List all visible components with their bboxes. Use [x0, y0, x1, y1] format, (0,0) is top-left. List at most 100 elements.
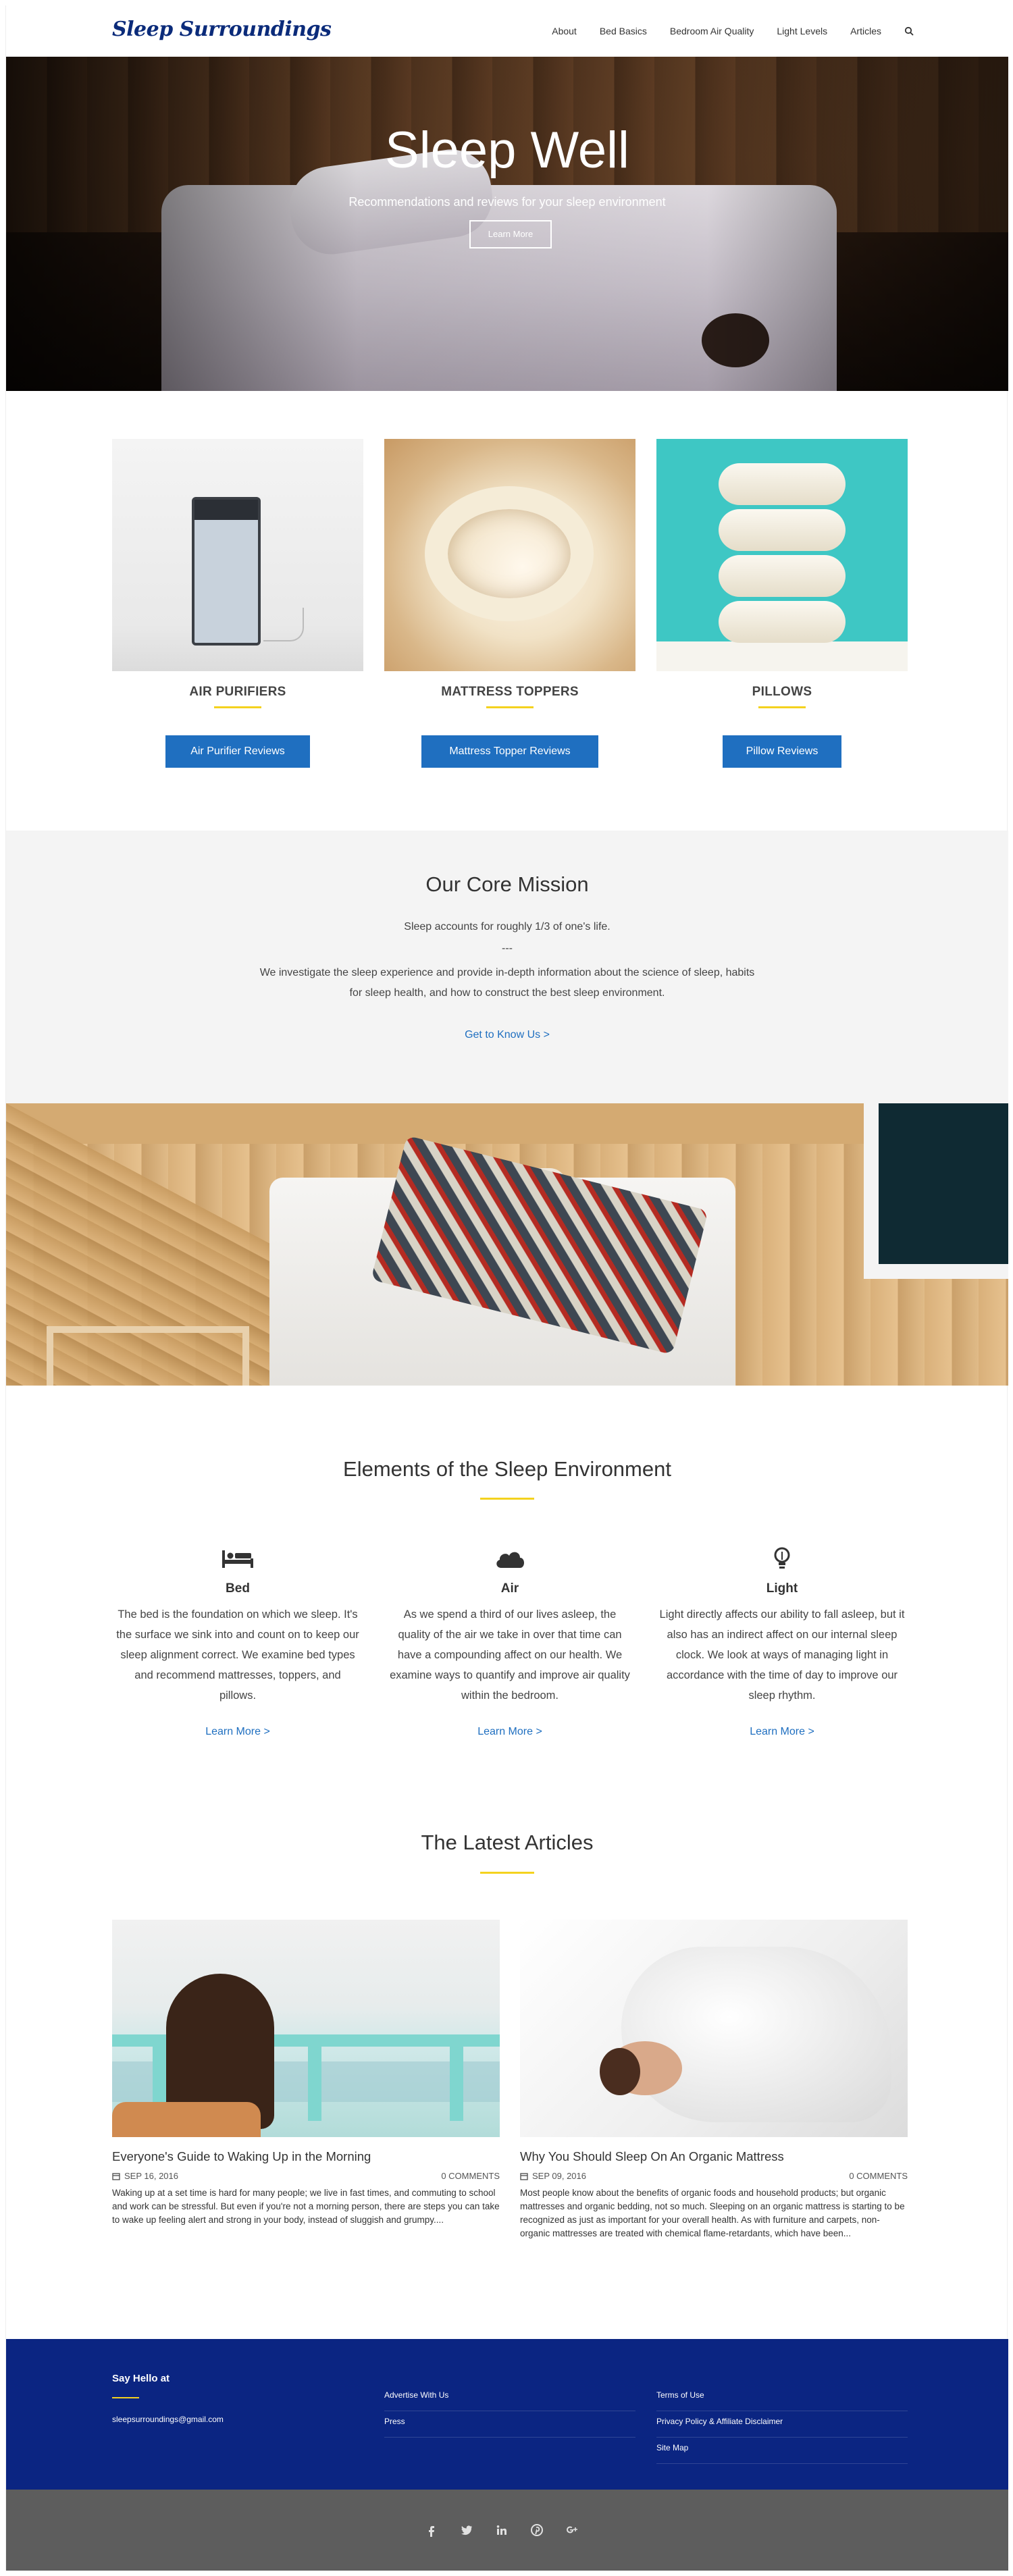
footer-link-press[interactable]: Press	[384, 2411, 635, 2438]
air-learn-more-link[interactable]: Learn More >	[384, 1726, 635, 1738]
railing-post	[450, 2047, 463, 2121]
air-purifier-reviews-button[interactable]: Air Purifier Reviews	[165, 735, 310, 768]
footer-link-sitemap[interactable]: Site Map	[656, 2438, 908, 2464]
footer-links-col-2: Terms of Use Privacy Policy & Affiliate …	[656, 2385, 908, 2464]
hero-title: Sleep Well	[385, 122, 629, 179]
pillow-shape	[719, 555, 846, 597]
article-comments[interactable]: 0 COMMENTS	[849, 2171, 908, 2181]
twitter-icon[interactable]	[460, 2523, 473, 2537]
pillow-shape	[719, 601, 846, 643]
element-title: Bed	[226, 1581, 250, 1596]
element-title: Light	[766, 1581, 798, 1596]
yellow-divider	[758, 706, 806, 708]
yellow-divider	[480, 1498, 534, 1500]
social-footer	[6, 2490, 1008, 2571]
article-excerpt: Waking up at a set time is hard for many…	[112, 2188, 500, 2225]
pillows-image[interactable]	[656, 439, 908, 671]
article-date-text: SEP 09, 2016	[532, 2171, 586, 2181]
yellow-divider	[112, 2397, 139, 2398]
bed-icon	[221, 1545, 255, 1572]
footer-link-terms[interactable]: Terms of Use	[656, 2385, 908, 2411]
mission-line-2: We investigate the sleep experience and …	[259, 967, 755, 999]
light-learn-more-link[interactable]: Learn More >	[656, 1726, 908, 1738]
chair	[112, 2102, 261, 2137]
room-ceiling	[6, 1103, 1008, 1144]
article-meta: SEP 09, 2016 0 COMMENTS	[520, 2171, 908, 2181]
element-description: The bed is the foundation on which we sl…	[116, 1608, 359, 1702]
footer-links-col-1: Advertise With Us Press	[384, 2385, 635, 2438]
hero-banner: Sleep Well Recommendations and reviews f…	[6, 57, 1008, 391]
site-logo[interactable]: Sleep Surroundings	[112, 18, 332, 41]
product-card-pillows: PILLOWS Pillow Reviews	[656, 439, 908, 768]
mattress-topper-image[interactable]	[384, 439, 635, 671]
article-date-text: SEP 16, 2016	[124, 2171, 178, 2181]
pinterest-icon[interactable]	[530, 2523, 544, 2537]
article-title[interactable]: Why You Should Sleep On An Organic Mattr…	[520, 2149, 908, 2164]
articles-section-title: The Latest Articles	[421, 1831, 594, 1854]
pillow-shape	[719, 463, 846, 505]
hero-subtitle: Recommendations and reviews for your sle…	[348, 195, 666, 209]
pillow-surface	[656, 641, 908, 671]
footer-link-privacy[interactable]: Privacy Policy & Affiliate Disclaimer	[656, 2411, 908, 2438]
air-purifier-device	[192, 497, 261, 646]
article-title[interactable]: Everyone's Guide to Waking Up in the Mor…	[112, 2149, 500, 2164]
pillow-shape	[719, 509, 846, 551]
room-window	[864, 1103, 1008, 1279]
article-image-waking-up[interactable]	[112, 1920, 500, 2137]
mattress-topper-reviews-button[interactable]: Mattress Topper Reviews	[421, 735, 598, 768]
article-date: SEP 09, 2016	[520, 2171, 586, 2181]
nav-about[interactable]: About	[552, 26, 577, 36]
product-name: AIR PURIFIERS	[189, 685, 286, 699]
product-card-air-purifiers: AIR PURIFIERS Air Purifier Reviews	[112, 439, 363, 768]
site-header: Sleep Surroundings About Bed Basics Bedr…	[6, 5, 1008, 57]
page: Sleep Surroundings About Bed Basics Bedr…	[5, 5, 1008, 2571]
article-image-organic-mattress[interactable]	[520, 1920, 908, 2137]
nav-articles[interactable]: Articles	[850, 26, 881, 36]
facebook-icon[interactable]	[425, 2523, 438, 2537]
bedroom-photo	[6, 1103, 1008, 1386]
mission-line-1: Sleep accounts for roughly 1/3 of one's …	[404, 921, 611, 932]
footer-link-advertise[interactable]: Advertise With Us	[384, 2385, 635, 2411]
element-title: Air	[500, 1581, 519, 1596]
article-date: SEP 16, 2016	[112, 2171, 178, 2181]
room-nightstand	[47, 1326, 249, 1386]
google-plus-icon[interactable]	[565, 2523, 579, 2537]
power-cord	[263, 608, 304, 641]
product-card-mattress-toppers: MATTRESS TOPPERS Mattress Topper Reviews	[384, 439, 635, 768]
product-name: PILLOWS	[752, 685, 812, 699]
duvet	[621, 1947, 891, 2122]
railing-post	[308, 2047, 321, 2121]
article-comments[interactable]: 0 COMMENTS	[441, 2171, 500, 2181]
article-meta: SEP 16, 2016 0 COMMENTS	[112, 2171, 500, 2181]
social-icons	[425, 2523, 579, 2537]
element-air: Air As we spend a third of our lives asl…	[384, 1545, 635, 1738]
footer-say-hello: Say Hello at	[112, 2373, 170, 2384]
elements-section-title: Elements of the Sleep Environment	[343, 1457, 671, 1481]
lightbulb-icon	[765, 1545, 799, 1572]
article-card: Why You Should Sleep On An Organic Mattr…	[520, 1920, 908, 2240]
element-light: Light Light directly affects our ability…	[656, 1545, 908, 1738]
main-nav: About Bed Basics Bedroom Air Quality Lig…	[529, 26, 914, 36]
pillow-reviews-button[interactable]: Pillow Reviews	[723, 735, 841, 768]
cloud-icon	[493, 1545, 527, 1572]
sleeper-hair	[600, 2048, 640, 2095]
nav-bed-basics[interactable]: Bed Basics	[600, 26, 647, 36]
calendar-icon	[520, 2172, 528, 2180]
product-name: MATTRESS TOPPERS	[441, 685, 579, 699]
bed-learn-more-link[interactable]: Learn More >	[112, 1726, 363, 1738]
yellow-divider	[486, 706, 534, 708]
element-bed: Bed The bed is the foundation on which w…	[112, 1545, 363, 1738]
linkedin-icon[interactable]	[495, 2523, 509, 2537]
search-icon[interactable]	[904, 26, 914, 36]
article-excerpt: Most people know about the benefits of o…	[520, 2188, 905, 2238]
get-to-know-us-link[interactable]: Get to Know Us >	[6, 1029, 1008, 1041]
learn-more-button[interactable]: Learn More	[469, 220, 552, 248]
nav-light-levels[interactable]: Light Levels	[777, 26, 827, 36]
calendar-icon	[112, 2172, 120, 2180]
article-card: Everyone's Guide to Waking Up in the Mor…	[112, 1920, 500, 2227]
element-description: As we spend a third of our lives asleep,…	[390, 1608, 630, 1702]
nav-bedroom-air-quality[interactable]: Bedroom Air Quality	[670, 26, 754, 36]
footer-email-link[interactable]: sleepsurroundings@gmail.com	[112, 2415, 224, 2424]
air-purifier-image[interactable]	[112, 439, 363, 671]
yellow-divider	[480, 1872, 534, 1874]
